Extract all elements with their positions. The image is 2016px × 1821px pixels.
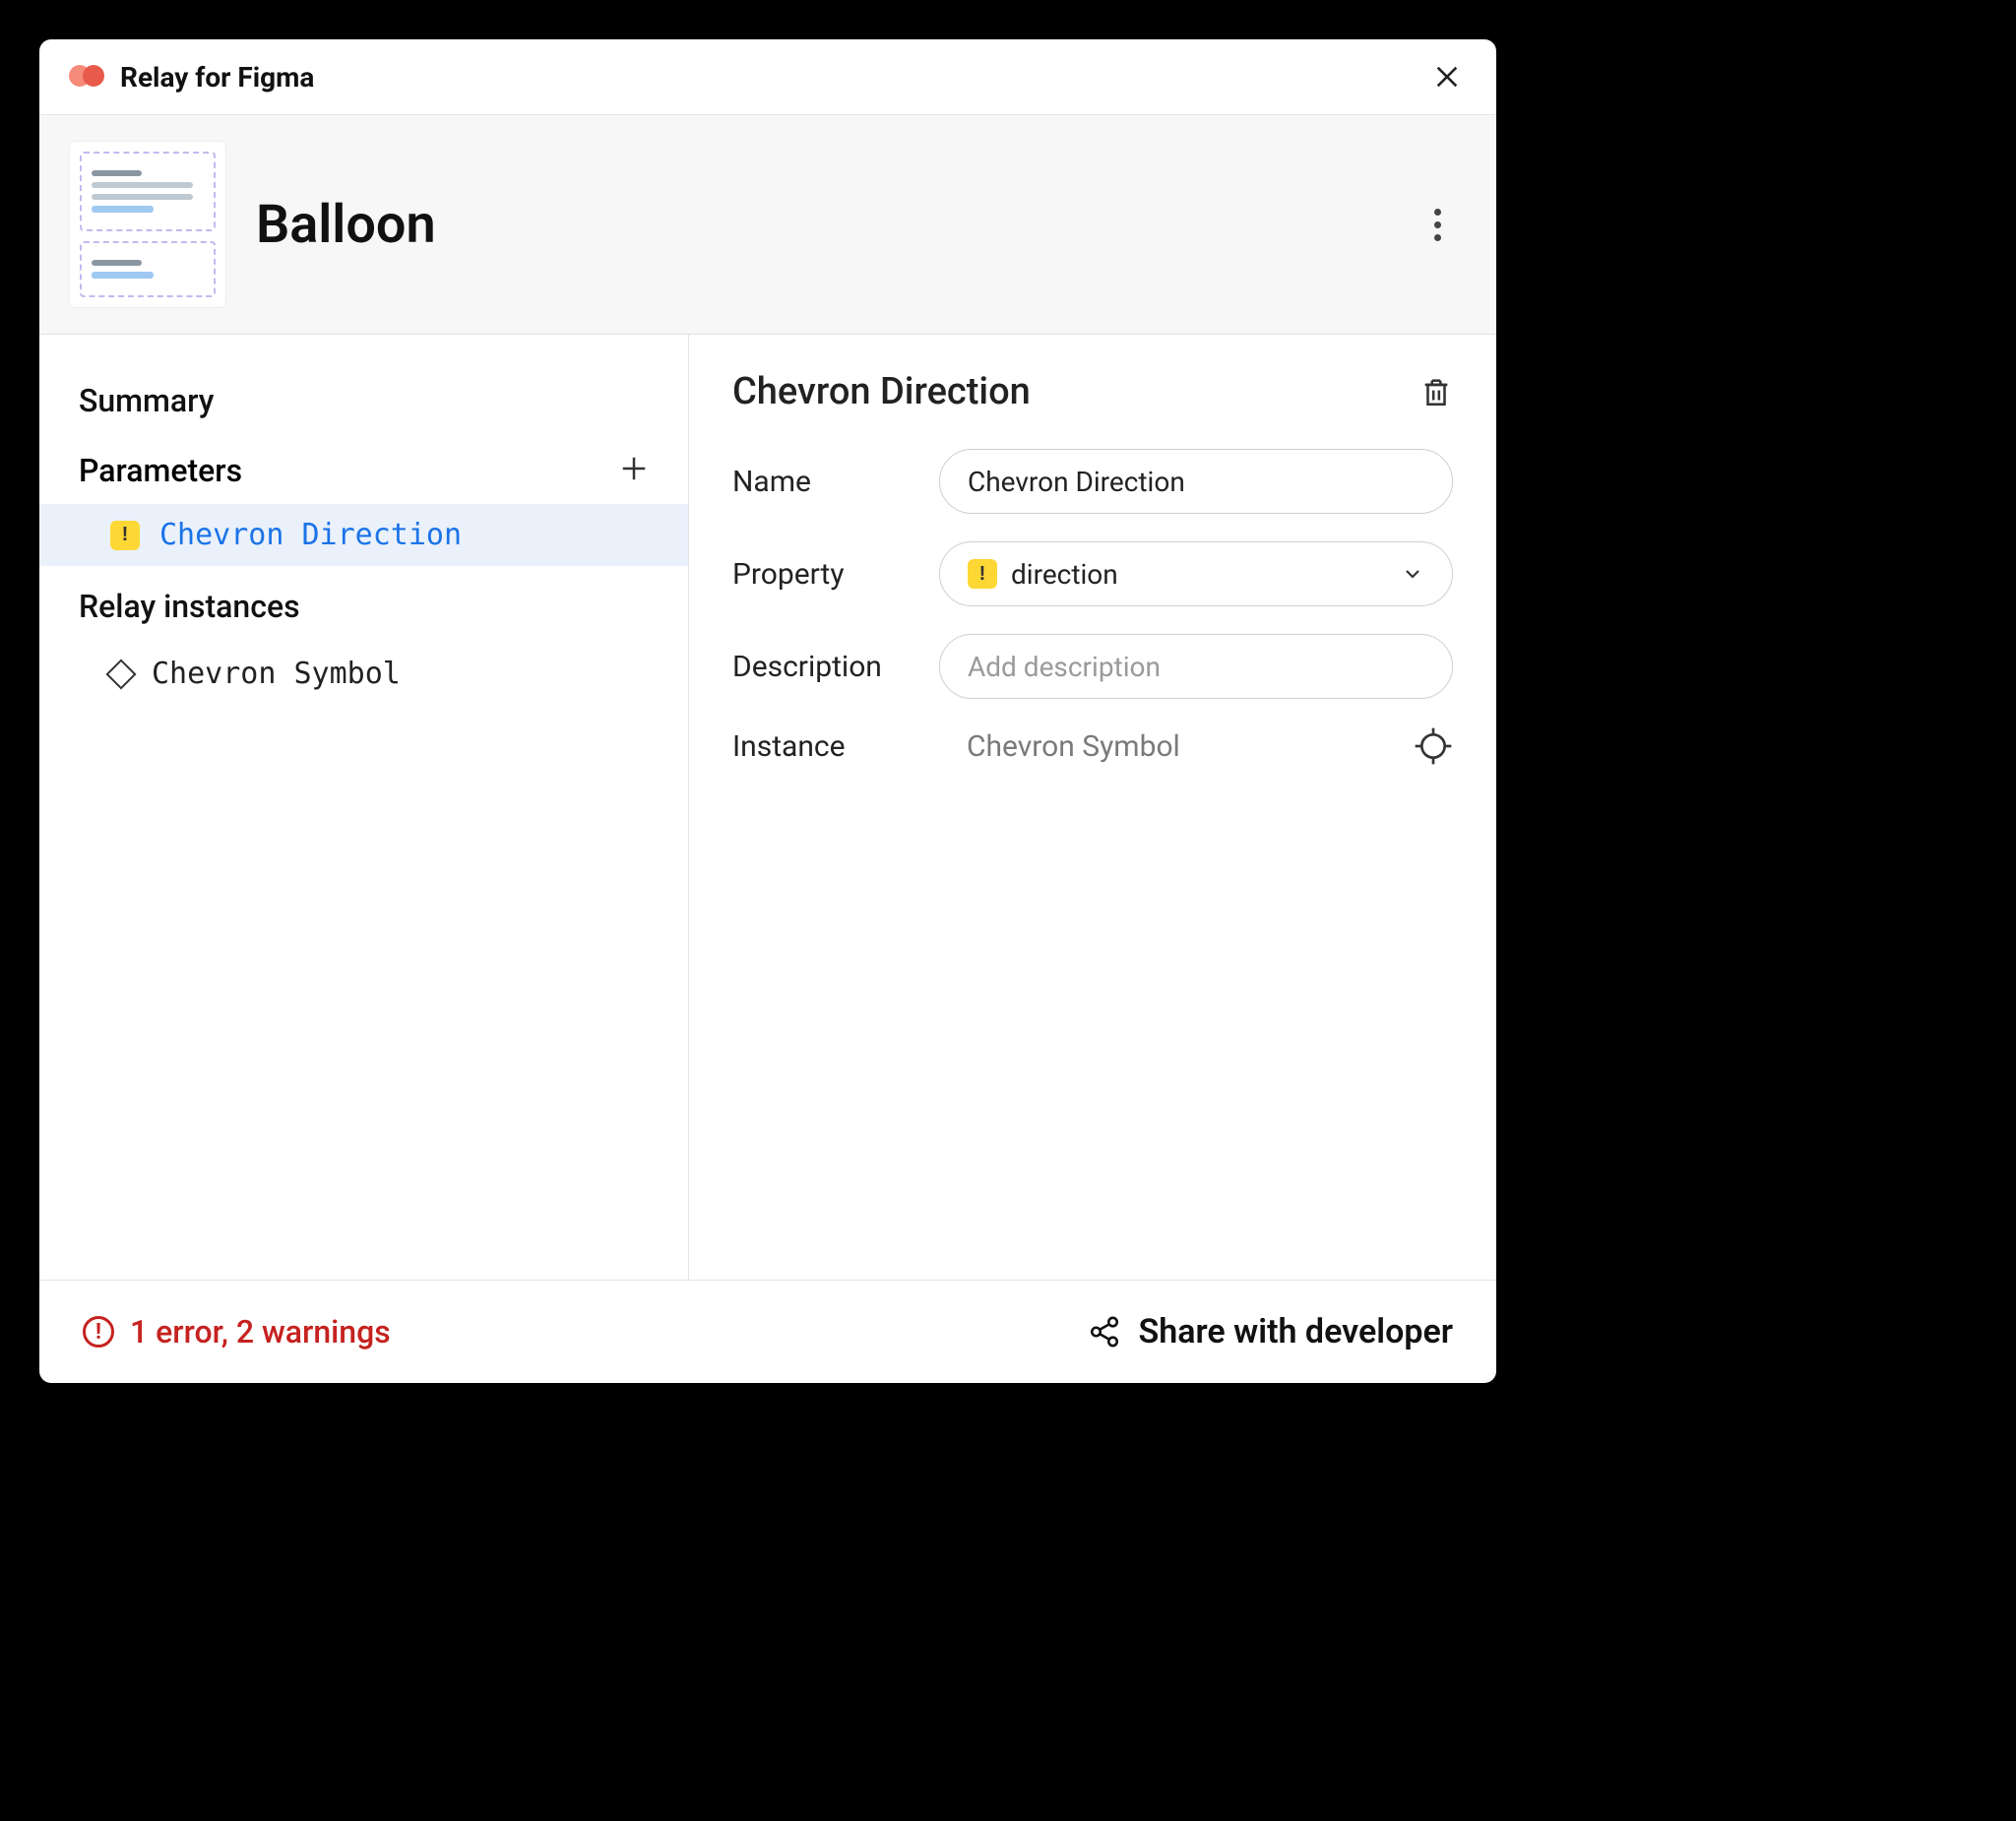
instance-name: Chevron Symbol — [152, 657, 401, 691]
body: Summary Parameters ! Chevron Direction R… — [39, 335, 1496, 1280]
description-label: Description — [732, 650, 939, 684]
target-icon — [1414, 726, 1453, 766]
relay-logo-icon — [69, 65, 106, 89]
name-input[interactable]: Chevron Direction — [939, 449, 1453, 514]
property-select[interactable]: ! direction — [939, 541, 1453, 606]
share-with-developer-button[interactable]: Share with developer — [1088, 1312, 1454, 1351]
plus-icon — [619, 454, 649, 483]
share-label: Share with developer — [1139, 1312, 1454, 1351]
titlebar: Relay for Figma — [39, 39, 1496, 115]
sidebar-summary[interactable]: Summary — [39, 364, 688, 437]
property-label: Property — [732, 557, 939, 592]
name-label: Name — [732, 465, 939, 499]
share-icon — [1088, 1315, 1121, 1349]
sidebar-parameters-header: Parameters — [39, 437, 688, 504]
sidebar-instances-label: Relay instances — [39, 566, 688, 643]
description-placeholder: Add description — [968, 651, 1161, 683]
locate-instance-button[interactable] — [1414, 726, 1453, 766]
errors-text: 1 error, 2 warnings — [130, 1313, 391, 1350]
instance-label: Instance — [732, 729, 939, 764]
detail-title: Chevron Direction — [732, 370, 1031, 413]
property-value: direction — [1011, 558, 1118, 591]
close-icon — [1433, 63, 1461, 91]
component-header: Balloon — [39, 115, 1496, 335]
description-input[interactable]: Add description — [939, 634, 1453, 699]
footer: ! 1 error, 2 warnings Share with develop… — [39, 1280, 1496, 1383]
sidebar-parameters-label: Parameters — [79, 452, 242, 489]
relay-plugin-panel: Relay for Figma Balloon Summary — [39, 39, 1496, 1383]
add-parameter-button[interactable] — [619, 451, 649, 490]
sidebar-instance-item[interactable]: Chevron Symbol — [39, 643, 688, 705]
more-menu-button[interactable] — [1418, 205, 1457, 244]
kebab-dot-icon — [1434, 221, 1441, 228]
errors-link[interactable]: ! 1 error, 2 warnings — [83, 1313, 391, 1350]
component-thumbnail — [69, 141, 226, 308]
error-icon: ! — [83, 1316, 114, 1348]
delete-parameter-button[interactable] — [1419, 375, 1453, 408]
instance-diamond-icon — [105, 659, 136, 689]
detail-pane: Chevron Direction Name Chevron Direction — [689, 335, 1496, 1280]
sidebar-parameter-item[interactable]: ! Chevron Direction — [39, 504, 688, 566]
parameter-name: Chevron Direction — [159, 518, 462, 552]
plugin-title: Relay for Figma — [120, 61, 314, 94]
warning-badge-icon: ! — [110, 521, 140, 550]
kebab-dot-icon — [1434, 209, 1441, 216]
kebab-dot-icon — [1434, 234, 1441, 241]
close-button[interactable] — [1427, 57, 1467, 96]
sidebar: Summary Parameters ! Chevron Direction R… — [39, 335, 689, 1280]
component-name: Balloon — [256, 194, 1418, 256]
chevron-down-icon — [1401, 562, 1424, 586]
warning-badge-icon: ! — [968, 559, 997, 589]
name-value: Chevron Direction — [968, 466, 1185, 498]
instance-value: Chevron Symbol — [939, 729, 1394, 764]
trash-icon — [1419, 375, 1453, 408]
